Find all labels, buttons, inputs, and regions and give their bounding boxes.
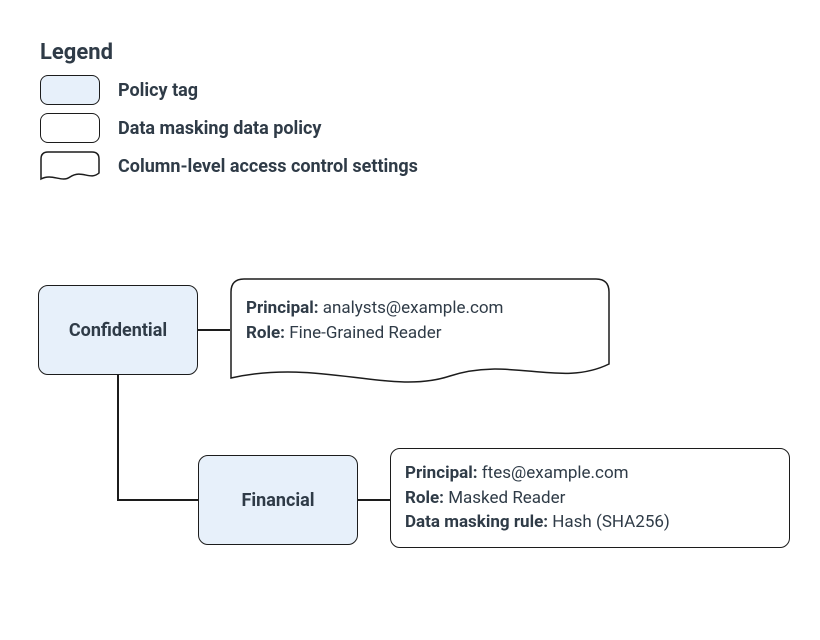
clacs-swatch-icon — [40, 151, 100, 181]
masking-principal-row: Principal: ftes@example.com — [405, 461, 775, 486]
label-role: Role: — [246, 323, 285, 343]
connector — [198, 329, 230, 331]
value-role: Masked Reader — [448, 488, 565, 508]
value-principal: analysts@example.com — [323, 298, 504, 318]
masking-policy-swatch-icon — [40, 113, 100, 143]
masking-rule-row: Data masking rule: Hash (SHA256) — [405, 510, 775, 535]
legend-row-clacs: Column-level access control settings — [40, 151, 418, 181]
policy-tag-label: Confidential — [69, 320, 167, 341]
policy-tag-confidential: Confidential — [38, 285, 198, 375]
legend-label: Policy tag — [118, 80, 198, 101]
value-role: Fine-Grained Reader — [289, 323, 441, 343]
legend-label: Data masking data policy — [118, 118, 321, 139]
label-principal: Principal: — [246, 298, 319, 318]
legend-row-masking-policy: Data masking data policy — [40, 113, 418, 143]
legend: Legend Policy tag Data masking data poli… — [40, 40, 418, 189]
legend-row-policy-tag: Policy tag — [40, 75, 418, 105]
policy-tag-swatch-icon — [40, 75, 100, 105]
clacs-role-row: Role: Fine-Grained Reader — [246, 321, 503, 346]
connector — [117, 499, 198, 501]
clacs-settings-box: Principal: analysts@example.com Role: Fi… — [230, 278, 610, 388]
legend-title: Legend — [40, 40, 418, 65]
value-principal: ftes@example.com — [482, 463, 629, 483]
label-masking-rule: Data masking rule: — [405, 512, 548, 532]
connector — [358, 499, 390, 501]
masking-policy-box: Principal: ftes@example.com Role: Masked… — [390, 448, 790, 548]
clacs-principal-row: Principal: analysts@example.com — [246, 296, 503, 321]
diagram-canvas: Legend Policy tag Data masking data poli… — [0, 0, 820, 640]
connector — [117, 375, 119, 500]
masking-role-row: Role: Masked Reader — [405, 486, 775, 511]
value-masking-rule: Hash (SHA256) — [552, 512, 670, 532]
clacs-content: Principal: analysts@example.com Role: Fi… — [246, 296, 503, 345]
label-principal: Principal: — [405, 463, 478, 483]
legend-label: Column-level access control settings — [118, 156, 418, 177]
policy-tag-financial: Financial — [198, 455, 358, 545]
policy-tag-label: Financial — [242, 490, 315, 511]
label-role: Role: — [405, 488, 444, 508]
